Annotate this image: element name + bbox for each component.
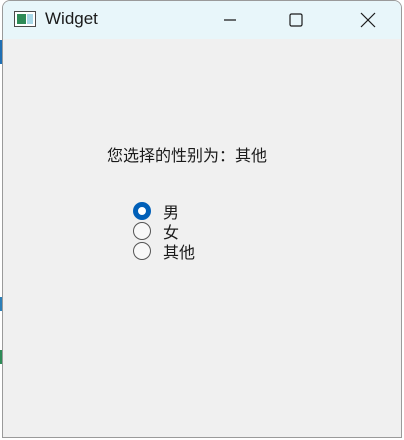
maximize-icon	[289, 13, 303, 27]
client-area: 您选择的性别为：其他 男 女 其他	[3, 39, 401, 437]
radio-female[interactable]: 女	[133, 221, 179, 242]
radio-label: 其他	[163, 243, 196, 262]
radio-indicator[interactable]	[133, 242, 151, 260]
window-title: Widget	[45, 9, 98, 28]
close-button[interactable]	[345, 1, 391, 39]
radio-indicator[interactable]	[133, 222, 151, 240]
maximize-button[interactable]	[273, 1, 319, 39]
radio-other[interactable]: 其他	[133, 241, 196, 262]
close-icon	[360, 12, 376, 28]
minimize-button[interactable]	[207, 1, 253, 39]
radio-male[interactable]: 男	[133, 201, 179, 222]
radio-indicator[interactable]	[133, 202, 151, 220]
selected-gender-label: 您选择的性别为：其他	[107, 146, 268, 165]
minimize-icon	[224, 19, 236, 21]
title-bar[interactable]: Widget	[3, 1, 401, 39]
app-window-icon	[14, 11, 36, 27]
widget-window: Widget 您选择的性别为：其他 男 女 其他	[2, 0, 402, 438]
